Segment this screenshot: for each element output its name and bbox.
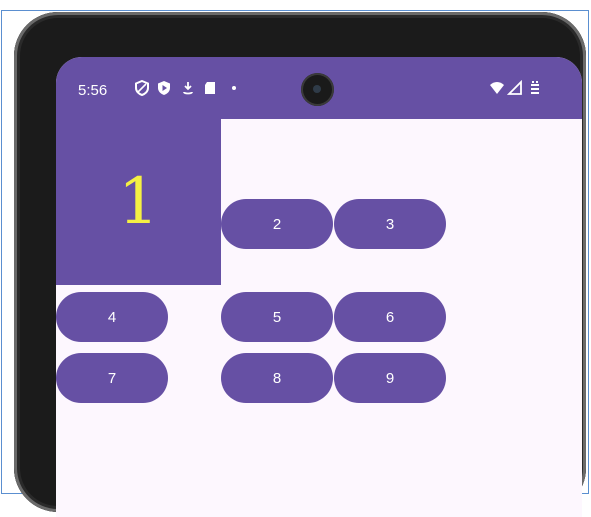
- shield-icon: [135, 80, 149, 96]
- button-7[interactable]: 7: [56, 353, 168, 403]
- play-protect-icon: [158, 81, 170, 95]
- button-4[interactable]: 4: [56, 292, 168, 342]
- tile-1[interactable]: 1: [56, 119, 221, 285]
- button-6[interactable]: 6: [334, 292, 446, 342]
- status-time: 5:56: [78, 82, 108, 99]
- button-5[interactable]: 5: [221, 292, 333, 342]
- button-2[interactable]: 2: [221, 199, 333, 249]
- front-camera: [301, 73, 334, 106]
- app-screen: 5:56 1 2 3 4 5 6 7 8 9: [56, 57, 582, 517]
- wifi-icon: [490, 82, 504, 94]
- signal-icon: [507, 80, 522, 95]
- button-3[interactable]: 3: [334, 199, 446, 249]
- button-8[interactable]: 8: [221, 353, 333, 403]
- sd-card-icon: [205, 82, 215, 94]
- dot-icon: [232, 86, 236, 90]
- button-9[interactable]: 9: [334, 353, 446, 403]
- status-bar: 5:56: [56, 57, 582, 119]
- download-icon: [183, 82, 193, 95]
- battery-icon: [531, 81, 539, 94]
- phone-frame: 5:56 1 2 3 4 5 6 7 8 9: [14, 12, 586, 517]
- tile-1-label: 1: [118, 165, 159, 239]
